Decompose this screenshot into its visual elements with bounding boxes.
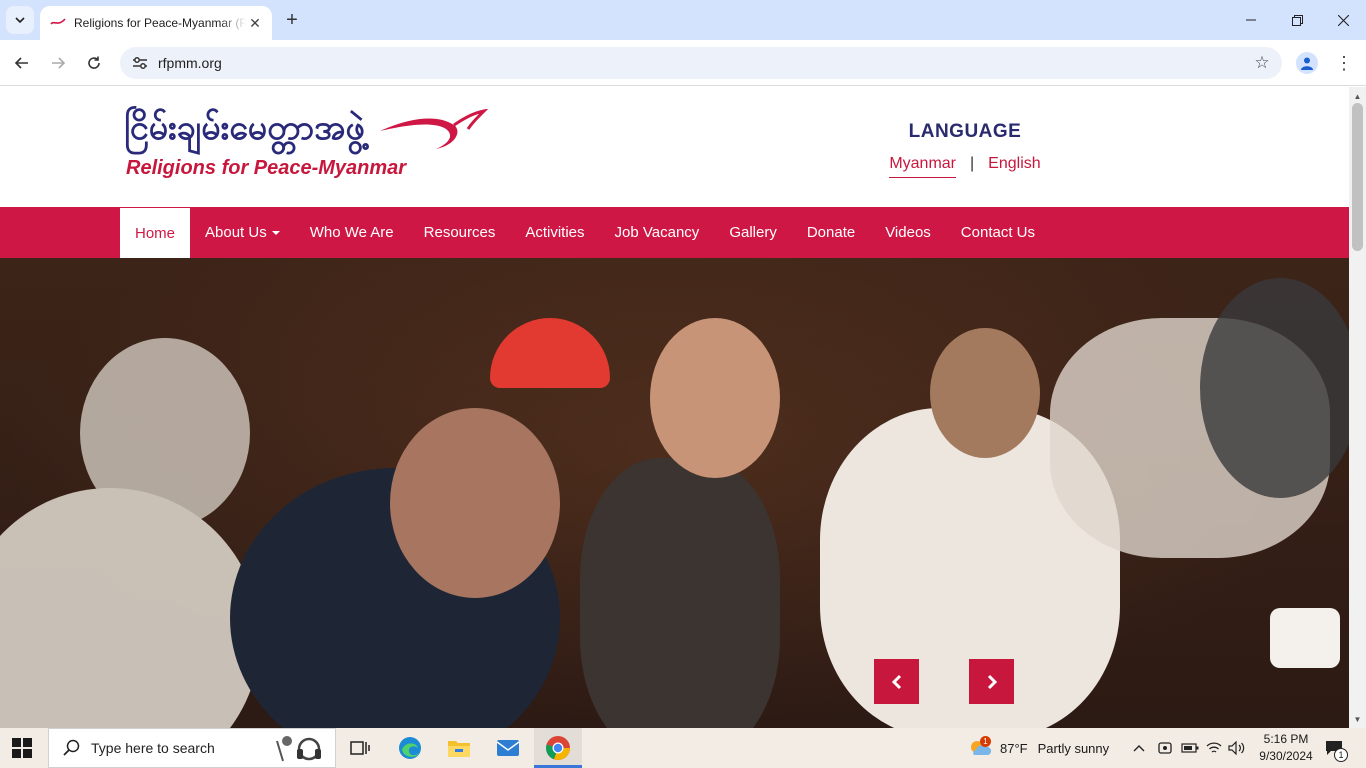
tab-search-button[interactable] <box>6 6 34 34</box>
chevron-left-icon <box>891 674 901 689</box>
forward-button[interactable] <box>44 49 72 77</box>
reload-icon <box>88 56 100 69</box>
new-tab-button[interactable]: + <box>280 8 304 32</box>
taskbar-search-box[interactable]: Type here to search <box>48 728 336 768</box>
language-switcher: LANGUAGE Myanmar | English <box>880 121 1050 178</box>
back-button[interactable] <box>8 49 36 77</box>
windows-start-button[interactable] <box>12 738 32 758</box>
taskbar-clock[interactable]: 5:16 PM 9/30/2024 <box>1252 731 1320 765</box>
nav-item-gallery[interactable]: Gallery <box>714 207 792 258</box>
weather-badge: 1 <box>980 736 991 747</box>
taskbar-mail-button[interactable] <box>494 734 522 762</box>
site-favicon-icon <box>50 15 66 31</box>
taskbar-file-explorer-button[interactable] <box>445 734 473 762</box>
nav-item-job-vacancy[interactable]: Job Vacancy <box>600 207 715 258</box>
tab-close-icon[interactable]: ✕ <box>246 14 264 32</box>
browser-menu-icon[interactable]: ⋮ <box>1334 51 1354 75</box>
carousel-prev-button[interactable] <box>874 659 919 704</box>
nav-item-who-we-are[interactable]: Who We Are <box>295 207 409 258</box>
url-text: rfpmm.org <box>158 55 222 71</box>
meet-now-icon[interactable] <box>1157 728 1173 768</box>
address-bar[interactable]: rfpmm.org ☆ <box>120 47 1282 79</box>
battery-icon[interactable] <box>1181 728 1199 768</box>
nav-item-activities[interactable]: Activities <box>510 207 599 258</box>
browser-tab-strip: Religions for Peace-Myanmar (RfP-Myanmar… <box>0 0 1366 40</box>
chevron-right-icon <box>987 674 997 689</box>
close-window-button[interactable] <box>1320 0 1366 40</box>
site-logo[interactable]: ငြိမ်းချမ်းမေတ္တာအဖွဲ့ Religions for Pea… <box>124 105 490 185</box>
dove-logo-icon <box>380 109 488 149</box>
main-navigation: Home About Us Who We Are Resources Activ… <box>0 207 1349 258</box>
restore-icon <box>1291 14 1303 26</box>
notification-count-badge: 1 <box>1334 748 1348 762</box>
search-icon <box>63 739 80 756</box>
page-scrollbar[interactable]: ▲ ▼ <box>1349 87 1366 728</box>
show-hidden-icons-button[interactable] <box>1132 728 1146 768</box>
scroll-down-icon[interactable]: ▼ <box>1349 712 1366 726</box>
task-view-icon <box>350 741 370 755</box>
mail-icon <box>496 740 520 756</box>
reload-button[interactable] <box>80 49 108 77</box>
clock-date: 9/30/2024 <box>1259 749 1313 763</box>
clock-time: 5:16 PM <box>1263 732 1309 746</box>
caret-down-icon <box>271 230 280 235</box>
taskbar-search-placeholder: Type here to search <box>91 740 215 756</box>
nav-item-resources[interactable]: Resources <box>409 207 511 258</box>
browser-tab-active[interactable]: Religions for Peace-Myanmar (RfP-Myanmar… <box>40 6 272 40</box>
close-icon <box>1337 14 1349 26</box>
browser-toolbar: rfpmm.org ☆ ⋮ <box>0 40 1366 86</box>
volume-icon[interactable] <box>1228 728 1246 768</box>
nav-item-contact-us[interactable]: Contact Us <box>946 207 1050 258</box>
nav-item-about-us-label: About Us <box>205 224 267 241</box>
hero-carousel <box>0 258 1349 728</box>
language-separator: | <box>970 155 975 172</box>
windows-taskbar: Type here to search 1 87°F Partly sunny <box>0 728 1366 768</box>
arrow-left-icon <box>14 57 28 69</box>
nav-item-donate[interactable]: Donate <box>792 207 870 258</box>
tab-title: Religions for Peace-Myanmar (RfP-Myanmar… <box>74 16 246 30</box>
chevron-down-icon <box>15 17 25 24</box>
language-heading: LANGUAGE <box>908 121 1022 142</box>
weather-widget[interactable]: 1 87°F Partly sunny <box>968 728 1109 768</box>
bookmark-star-icon[interactable]: ☆ <box>1252 53 1272 73</box>
wifi-icon[interactable] <box>1205 728 1223 768</box>
scroll-up-icon[interactable]: ▲ <box>1349 89 1366 103</box>
windows-logo-icon <box>12 738 32 758</box>
edge-browser-icon <box>399 737 421 759</box>
scrollbar-thumb[interactable] <box>1352 103 1363 251</box>
page-viewport: ငြိမ်းချမ်းမေတ္တာအဖွဲ့ Religions for Pea… <box>0 87 1349 728</box>
chrome-icon <box>546 736 570 760</box>
carousel-next-button[interactable] <box>969 659 1014 704</box>
nav-item-about-us[interactable]: About Us <box>190 207 295 258</box>
logo-myanmar-text: ငြိမ်းချမ်းမေတ္တာအဖွဲ့ <box>124 108 365 148</box>
minimize-button[interactable] <box>1228 0 1274 40</box>
restore-button[interactable] <box>1274 0 1320 40</box>
weather-temperature: 87°F <box>1000 740 1028 756</box>
folder-icon <box>448 741 470 757</box>
site-info-icon[interactable] <box>130 53 150 73</box>
weather-description: Partly sunny <box>1037 740 1110 756</box>
minimize-icon <box>1246 19 1256 21</box>
notification-center-button[interactable]: 1 <box>1324 728 1348 768</box>
nav-item-videos[interactable]: Videos <box>870 207 946 258</box>
profile-avatar[interactable] <box>1296 52 1318 74</box>
search-highlight-icon <box>276 736 321 762</box>
task-view-button[interactable] <box>346 734 374 762</box>
chevron-up-icon <box>1133 745 1145 752</box>
language-option-myanmar[interactable]: Myanmar <box>889 155 957 178</box>
taskbar-chrome-button[interactable] <box>534 728 582 768</box>
logo-english-text: Religions for Peace-Myanmar <box>126 157 407 179</box>
person-icon <box>1301 57 1313 70</box>
taskbar-edge-button[interactable] <box>396 734 424 762</box>
arrow-right-icon <box>52 57 66 69</box>
language-option-english[interactable]: English <box>988 155 1040 178</box>
nav-item-home[interactable]: Home <box>120 208 191 258</box>
